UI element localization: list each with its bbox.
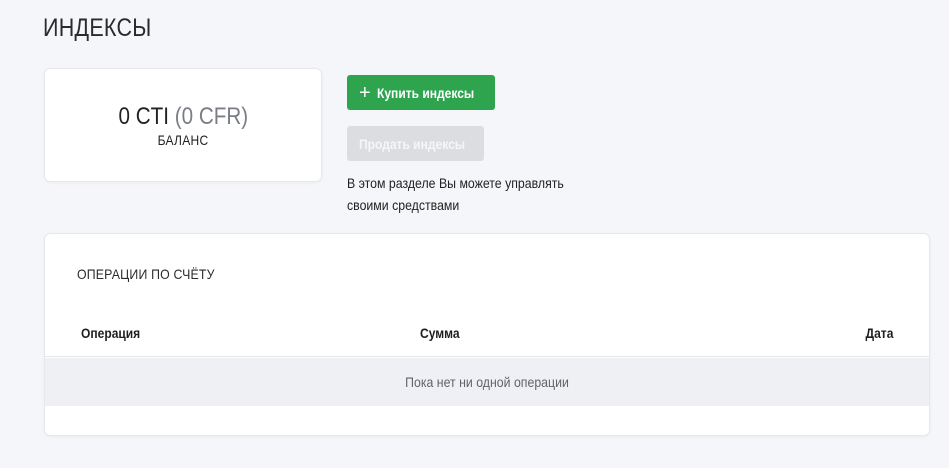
sell-indexes-button: Продать индексы	[347, 126, 484, 161]
operations-empty-message: Пока нет ни одной операции	[405, 374, 569, 390]
page-title: ИНДЕКСЫ	[43, 14, 152, 42]
column-header-amount[interactable]: Сумма	[420, 325, 460, 341]
operations-empty-row: Пока нет ни одной операции	[45, 358, 929, 406]
operations-card: ОПЕРАЦИИ ПО СЧЁТУ Операция Сумма Дата По…	[44, 233, 930, 436]
column-header-date[interactable]: Дата	[865, 325, 893, 341]
buy-indexes-label: Купить индексы	[376, 84, 474, 101]
balance-label: БАЛАНС	[157, 132, 209, 148]
column-header-operation[interactable]: Операция	[81, 325, 140, 341]
balance-card: 0 CTI (0 CFR) БАЛАНС	[44, 68, 322, 182]
buy-indexes-button[interactable]: + Купить индексы	[347, 75, 495, 110]
balance-amount: 0 CTI (0 CFR)	[118, 103, 248, 131]
plus-icon: +	[359, 81, 371, 104]
operations-table-header: Операция Сумма Дата	[45, 322, 929, 357]
section-info-text: В этом разделе Вы можете управлять своим…	[347, 175, 564, 213]
balance-cfr: (0 CFR)	[174, 103, 248, 130]
sell-indexes-label: Продать индексы	[359, 135, 466, 152]
balance-cti: 0 CTI	[118, 103, 169, 130]
operations-title: ОПЕРАЦИИ ПО СЧЁТУ	[77, 266, 215, 282]
